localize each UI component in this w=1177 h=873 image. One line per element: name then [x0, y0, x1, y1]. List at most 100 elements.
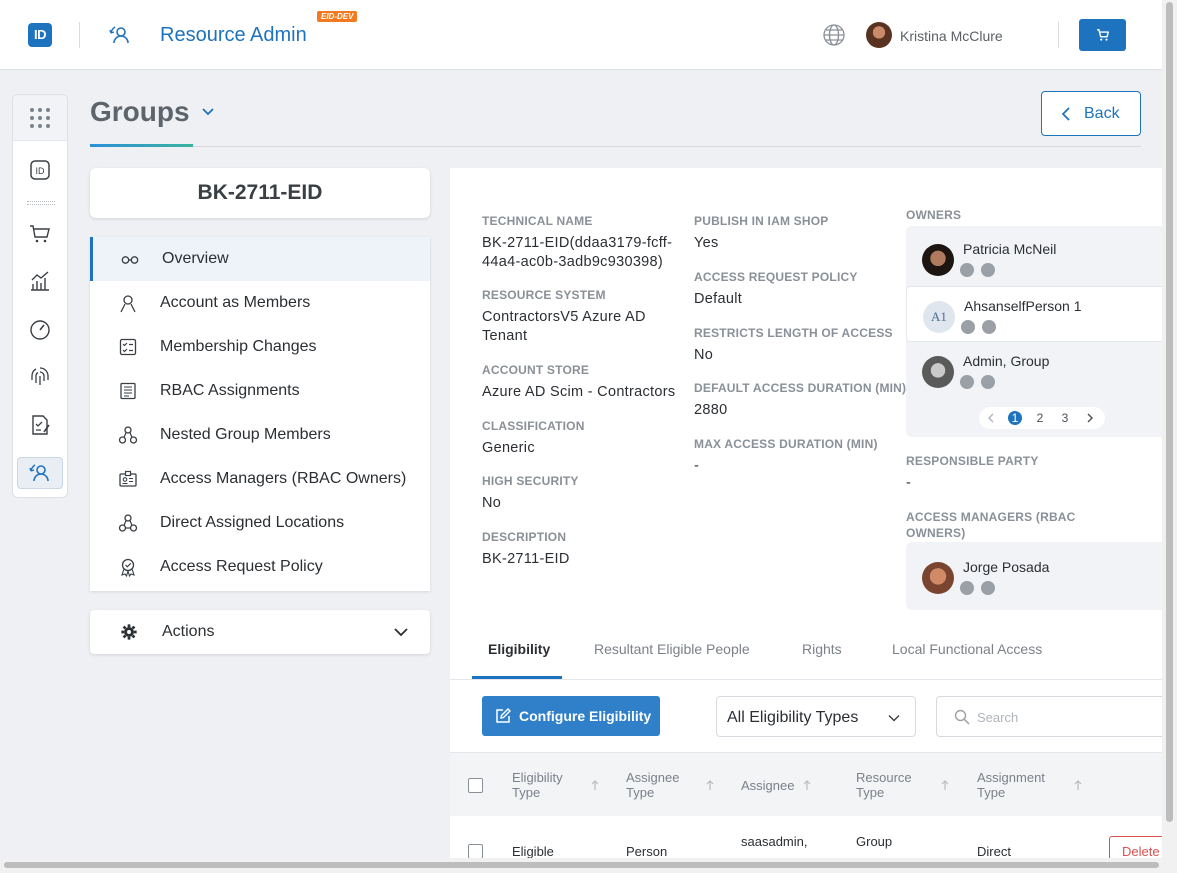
menu-item-access-request-policy[interactable]: Access Request Policy — [90, 545, 430, 589]
resource-name-card: BK-2711-EID — [90, 168, 430, 218]
user-name[interactable]: Kristina McClure — [900, 28, 1003, 44]
apps-grid-icon[interactable] — [28, 106, 52, 130]
header-divider — [79, 22, 80, 48]
menu-item-access-managers[interactable]: Access Managers (RBAC Owners) — [90, 457, 430, 501]
column-header-line: Resource — [856, 770, 912, 785]
actions-label: Actions — [162, 623, 215, 640]
horizontal-scrollbar[interactable] — [0, 858, 1162, 873]
column-header-line: Type — [512, 785, 541, 800]
column-header-assignee-type[interactable]: Assignee Type — [626, 770, 679, 800]
vertical-scrollbar[interactable] — [1162, 0, 1177, 873]
id-logo-icon[interactable]: ID — [28, 23, 52, 47]
search-input[interactable] — [977, 707, 1157, 727]
description-label: DESCRIPTION — [482, 530, 567, 544]
column-header-line: Type — [626, 785, 655, 800]
owner-item[interactable]: Patricia McNeil — [906, 230, 1166, 286]
page-title[interactable]: Groups — [90, 96, 190, 128]
glasses-icon — [121, 256, 139, 264]
owner-item[interactable]: Admin, Group — [906, 342, 1166, 398]
page-3-button[interactable]: 3 — [1058, 411, 1072, 425]
link-icon[interactable] — [982, 320, 996, 334]
link-icon[interactable] — [981, 263, 995, 277]
menu-item-rbac-assignments[interactable]: RBAC Assignments — [90, 369, 430, 413]
column-header-line: Eligibility — [512, 770, 563, 785]
tab-local-functional-access[interactable]: Local Functional Access — [892, 641, 1042, 657]
cart-button[interactable] — [1079, 19, 1126, 51]
configure-eligibility-button[interactable]: Configure Eligibility — [482, 696, 660, 736]
owner-name: AhsanselfPerson 1 — [964, 298, 1082, 314]
email-icon[interactable] — [960, 263, 974, 277]
page-1-button[interactable]: 1 — [1008, 411, 1022, 425]
owners-pagination: 1 2 3 — [979, 407, 1105, 429]
technical-name-value-line1: BK-2711-EID(ddaa3179-fcff- — [482, 235, 673, 251]
access-managers-label-line2: OWNERS) — [906, 526, 966, 540]
max-duration-value: - — [694, 458, 700, 474]
sort-arrow-icon[interactable] — [590, 779, 600, 791]
globe-icon[interactable] — [822, 23, 846, 47]
title-divider — [90, 146, 1141, 147]
owners-list: Patricia McNeil A1 AhsanselfPerson 1 Adm… — [906, 226, 1166, 437]
owner-item[interactable]: A1 AhsanselfPerson 1 — [906, 286, 1166, 342]
top-header: ID Resource Admin EID-DEV Kristina McClu… — [0, 0, 1162, 70]
menu-item-direct-assigned-locations[interactable]: Direct Assigned Locations — [90, 501, 430, 545]
resource-admin-icon — [109, 26, 129, 44]
menu-item-membership-changes[interactable]: Membership Changes — [90, 325, 430, 369]
row-checkbox[interactable] — [468, 844, 483, 859]
sort-arrow-icon[interactable] — [940, 779, 950, 791]
sort-arrow-icon[interactable] — [1073, 779, 1083, 791]
email-icon[interactable] — [961, 320, 975, 334]
select-all-checkbox[interactable] — [468, 778, 483, 793]
email-icon[interactable] — [960, 581, 974, 595]
search-box[interactable] — [936, 696, 1176, 737]
owners-label: OWNERS — [906, 208, 962, 222]
restricts-length-label: RESTRICTS LENGTH OF ACCESS — [694, 326, 893, 340]
chevron-right-icon[interactable] — [1085, 413, 1095, 423]
avatar: A1 — [923, 301, 955, 333]
column-header-assignment-type[interactable]: Assignment Type — [977, 770, 1045, 800]
back-button[interactable]: Back — [1041, 91, 1141, 136]
chevron-down-icon[interactable] — [199, 103, 217, 121]
cell-eligibility-type: Eligible — [512, 844, 554, 859]
menu-item-account-as-members[interactable]: Account as Members — [90, 281, 430, 325]
cell-assignment-type: Direct — [977, 844, 1011, 859]
sort-arrow-icon[interactable] — [705, 779, 715, 791]
tab-resultant-eligible-people[interactable]: Resultant Eligible People — [594, 641, 750, 657]
fingerprint-icon[interactable] — [28, 365, 52, 389]
resource-system-label: RESOURCE SYSTEM — [482, 288, 606, 302]
edit-document-icon[interactable] — [28, 413, 52, 437]
link-icon[interactable] — [981, 375, 995, 389]
column-header-line: Assignment — [977, 770, 1045, 785]
column-header-resource-type[interactable]: Resource Type — [856, 770, 912, 800]
eligibility-type-select[interactable]: All Eligibility Types — [716, 696, 916, 737]
sort-arrow-icon[interactable] — [802, 779, 812, 791]
menu-label: Access Managers (RBAC Owners) — [160, 470, 407, 487]
scrollbar-thumb[interactable] — [1166, 2, 1173, 822]
scrollbar-thumb[interactable] — [4, 862, 1159, 868]
analytics-icon[interactable] — [28, 269, 52, 293]
tab-rights[interactable]: Rights — [802, 641, 842, 657]
avatar — [922, 562, 954, 594]
table-row: Eligible Person saasadmin, Group Direct … — [450, 816, 1169, 866]
identity-icon[interactable]: ID — [28, 158, 52, 182]
resource-admin-rail-item[interactable] — [17, 457, 63, 489]
shop-cart-icon[interactable] — [28, 221, 52, 245]
dashboard-gauge-icon[interactable] — [28, 317, 52, 341]
chevron-left-icon[interactable] — [986, 413, 996, 423]
column-header-eligibility-type[interactable]: Eligibility Type — [512, 770, 563, 800]
chevron-left-icon — [1061, 107, 1070, 121]
cell-assignee[interactable]: saasadmin, — [741, 834, 807, 849]
user-avatar[interactable] — [866, 22, 892, 48]
actions-dropdown[interactable]: Actions — [90, 610, 430, 654]
column-header-assignee[interactable]: Assignee — [741, 778, 794, 793]
person-icon — [120, 295, 136, 313]
page-2-button[interactable]: 2 — [1033, 411, 1047, 425]
link-icon[interactable] — [981, 581, 995, 595]
app-title[interactable]: Resource Admin — [160, 24, 307, 47]
access-manager-item[interactable]: Jorge Posada — [906, 548, 1166, 604]
email-icon[interactable] — [960, 375, 974, 389]
menu-item-overview[interactable]: Overview — [90, 237, 430, 281]
id-card-icon — [119, 470, 137, 487]
menu-item-nested-group-members[interactable]: Nested Group Members — [90, 413, 430, 457]
cart-icon — [1097, 29, 1109, 41]
tab-eligibility[interactable]: Eligibility — [488, 641, 550, 657]
